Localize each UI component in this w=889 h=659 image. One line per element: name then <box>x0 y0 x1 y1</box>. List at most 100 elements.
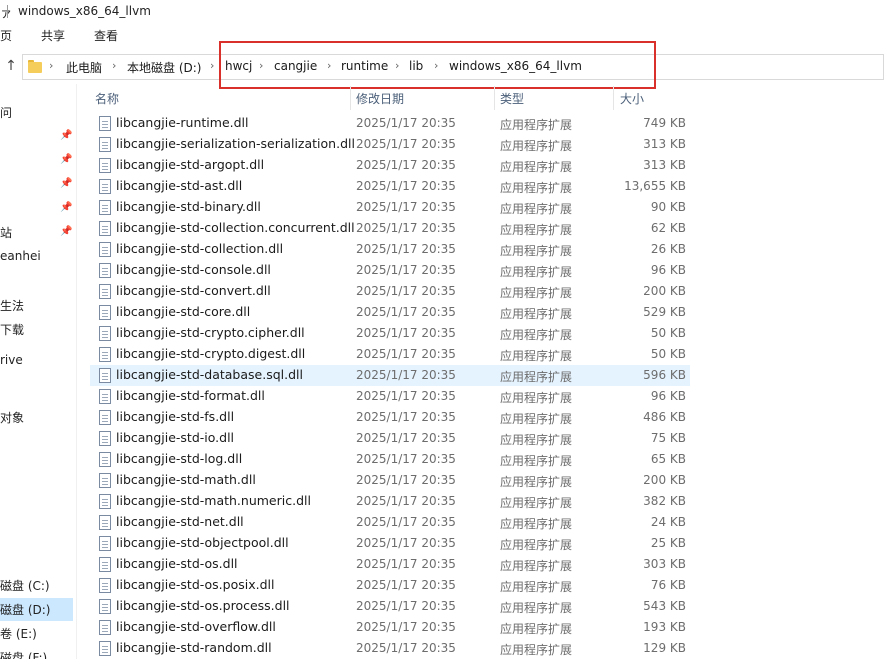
dll-file-icon <box>99 620 111 635</box>
column-separator[interactable] <box>613 86 614 110</box>
file-type: 应用程序扩展 <box>500 349 573 363</box>
file-size: 313 KB <box>643 158 686 172</box>
table-row[interactable]: libcangjie-std-binary.dll 2025/1/17 20:35… <box>90 197 690 218</box>
column-header-type[interactable]: 类型 <box>500 90 524 107</box>
file-name: libcangjie-std-binary.dll <box>116 199 261 214</box>
nav-item-onedrive[interactable]: rive <box>0 353 23 367</box>
file-type: 应用程序扩展 <box>500 622 573 636</box>
file-size: 90 KB <box>650 200 686 214</box>
file-name: libcangjie-std-crypto.cipher.dll <box>116 325 305 340</box>
file-date: 2025/1/17 20:35 <box>356 494 456 508</box>
table-row[interactable]: libcangjie-std-fs.dll 2025/1/17 20:35 应用程序… <box>90 407 690 428</box>
table-row[interactable]: libcangjie-std-math.numeric.dll 2025/1/17… <box>90 491 690 512</box>
table-row[interactable]: libcangjie-std-core.dll 2025/1/17 20:35 应用… <box>90 302 690 323</box>
table-row[interactable]: libcangjie-std-net.dll 2025/1/17 20:35 应用程… <box>90 512 690 533</box>
nav-item-recent[interactable]: 问 <box>0 104 12 121</box>
pin-icon[interactable]: 📌 <box>60 130 72 141</box>
file-type: 应用程序扩展 <box>500 286 573 300</box>
nav-item-downloads[interactable]: 下载 <box>0 321 24 338</box>
file-date: 2025/1/17 20:35 <box>356 242 456 256</box>
file-type: 应用程序扩展 <box>500 160 573 174</box>
table-row[interactable]: libcangjie-std-console.dll 2025/1/17 20:3… <box>90 260 690 281</box>
table-row[interactable]: libcangjie-std-convert.dll 2025/1/17 20:3… <box>90 281 690 302</box>
nav-item-drive-c[interactable]: 磁盘 (C:) <box>0 577 50 594</box>
file-date: 2025/1/17 20:35 <box>356 599 456 613</box>
file-type: 应用程序扩展 <box>500 601 573 615</box>
file-date: 2025/1/17 20:35 <box>356 263 456 277</box>
nav-item-site[interactable]: 站 <box>0 224 12 241</box>
table-row[interactable]: libcangjie-std-math.dll 2025/1/17 20:35 应用… <box>90 470 690 491</box>
file-date: 2025/1/17 20:35 <box>356 347 456 361</box>
column-header-date[interactable]: 修改日期 <box>356 90 404 107</box>
nav-item-method[interactable]: 生法 <box>0 297 24 314</box>
dll-file-icon <box>99 137 111 152</box>
table-row[interactable]: libcangjie-std-objectpool.dll 2025/1/17 2… <box>90 533 690 554</box>
table-row[interactable]: libcangjie-std-collection.dll 2025/1/17 2… <box>90 239 690 260</box>
file-type: 应用程序扩展 <box>500 307 573 321</box>
nav-item-drive-f[interactable]: 磁盘 (F:) <box>0 649 47 659</box>
table-row[interactable]: libcangjie-serialization-serialization.d… <box>90 134 690 155</box>
breadcrumb-this-pc[interactable]: 此电脑 <box>66 59 102 76</box>
file-name: libcangjie-std-argopt.dll <box>116 157 265 172</box>
pin-icon[interactable]: 📌 <box>60 154 72 165</box>
table-row[interactable]: libcangjie-std-os.dll 2025/1/17 20:35 应用程序… <box>90 554 690 575</box>
table-row[interactable]: libcangjie-std-log.dll 2025/1/17 20:35 应用程… <box>90 449 690 470</box>
file-type: 应用程序扩展 <box>500 265 573 279</box>
up-arrow-icon[interactable]: ↑ <box>2 57 20 75</box>
dll-file-icon <box>99 557 111 572</box>
tab-home[interactable]: 页 <box>0 27 12 44</box>
file-type: 应用程序扩展 <box>500 391 573 405</box>
tab-view[interactable]: 查看 <box>94 27 118 44</box>
file-size: 24 KB <box>650 515 686 529</box>
tab-share[interactable]: 共享 <box>41 27 65 44</box>
table-row[interactable]: libcangjie-runtime.dll 2025/1/17 20:35 应用程… <box>90 113 690 134</box>
file-name: libcangjie-std-log.dll <box>116 451 243 466</box>
table-row[interactable]: libcangjie-std-crypto.cipher.dll 2025/1/1… <box>90 323 690 344</box>
window-title: windows_x86_64_llvm <box>18 4 151 18</box>
column-separator[interactable] <box>350 86 351 110</box>
dll-file-icon <box>99 242 111 257</box>
table-row[interactable]: libcangjie-std-os.posix.dll 2025/1/17 20:… <box>90 575 690 596</box>
dll-file-icon <box>99 221 111 236</box>
file-name: libcangjie-std-random.dll <box>116 640 272 655</box>
nav-item-user[interactable]: eanhei <box>0 249 41 263</box>
file-size: 75 KB <box>650 431 686 445</box>
chevron-right-icon[interactable]: › <box>112 59 116 72</box>
file-size: 96 KB <box>650 263 686 277</box>
title-separator <box>7 5 8 18</box>
file-date: 2025/1/17 20:35 <box>356 452 456 466</box>
file-type: 应用程序扩展 <box>500 643 573 657</box>
table-row[interactable]: libcangjie-std-ast.dll 2025/1/17 20:35 应用程… <box>90 176 690 197</box>
table-row[interactable]: libcangjie-std-argopt.dll 2025/1/17 20:35… <box>90 155 690 176</box>
table-row[interactable]: libcangjie-std-collection.concurrent.dll… <box>90 218 690 239</box>
table-row[interactable]: libcangjie-std-io.dll 2025/1/17 20:35 应用程序… <box>90 428 690 449</box>
pin-icon[interactable]: 📌 <box>60 178 72 189</box>
file-name: libcangjie-std-console.dll <box>116 262 271 277</box>
column-header-name[interactable]: 名称 <box>95 90 119 107</box>
chevron-right-icon[interactable]: › <box>49 59 53 72</box>
dll-file-icon <box>99 347 111 362</box>
table-row[interactable]: libcangjie-std-random.dll 2025/1/17 20:35… <box>90 638 690 659</box>
nav-item-drive-d[interactable]: 磁盘 (D:) <box>0 601 50 618</box>
dll-file-icon <box>99 410 111 425</box>
column-separator[interactable] <box>494 86 495 110</box>
table-row[interactable]: libcangjie-std-crypto.digest.dll 2025/1/1… <box>90 344 690 365</box>
dll-file-icon <box>99 389 111 404</box>
nav-item-3d-objects[interactable]: 对象 <box>0 409 24 426</box>
file-date: 2025/1/17 20:35 <box>356 620 456 634</box>
table-row[interactable]: libcangjie-std-os.process.dll 2025/1/17 2… <box>90 596 690 617</box>
file-date: 2025/1/17 20:35 <box>356 137 456 151</box>
pin-icon[interactable]: 📌 <box>60 226 72 237</box>
table-row[interactable]: libcangjie-std-database.sql.dll 2025/1/17… <box>90 365 690 386</box>
breadcrumb-drive-d[interactable]: 本地磁盘 (D:) <box>127 59 201 76</box>
pane-divider[interactable] <box>76 84 77 659</box>
column-header-size[interactable]: 大小 <box>620 90 644 107</box>
file-size: 26 KB <box>650 242 686 256</box>
table-row[interactable]: libcangjie-std-format.dll 2025/1/17 20:35… <box>90 386 690 407</box>
pin-icon[interactable]: 📌 <box>60 202 72 213</box>
nav-item-drive-e[interactable]: 卷 (E:) <box>0 625 37 642</box>
table-row[interactable]: libcangjie-std-overflow.dll 2025/1/17 20:… <box>90 617 690 638</box>
file-size: 65 KB <box>650 452 686 466</box>
chevron-right-icon[interactable]: › <box>210 59 214 72</box>
file-name: libcangjie-std-ast.dll <box>116 178 243 193</box>
